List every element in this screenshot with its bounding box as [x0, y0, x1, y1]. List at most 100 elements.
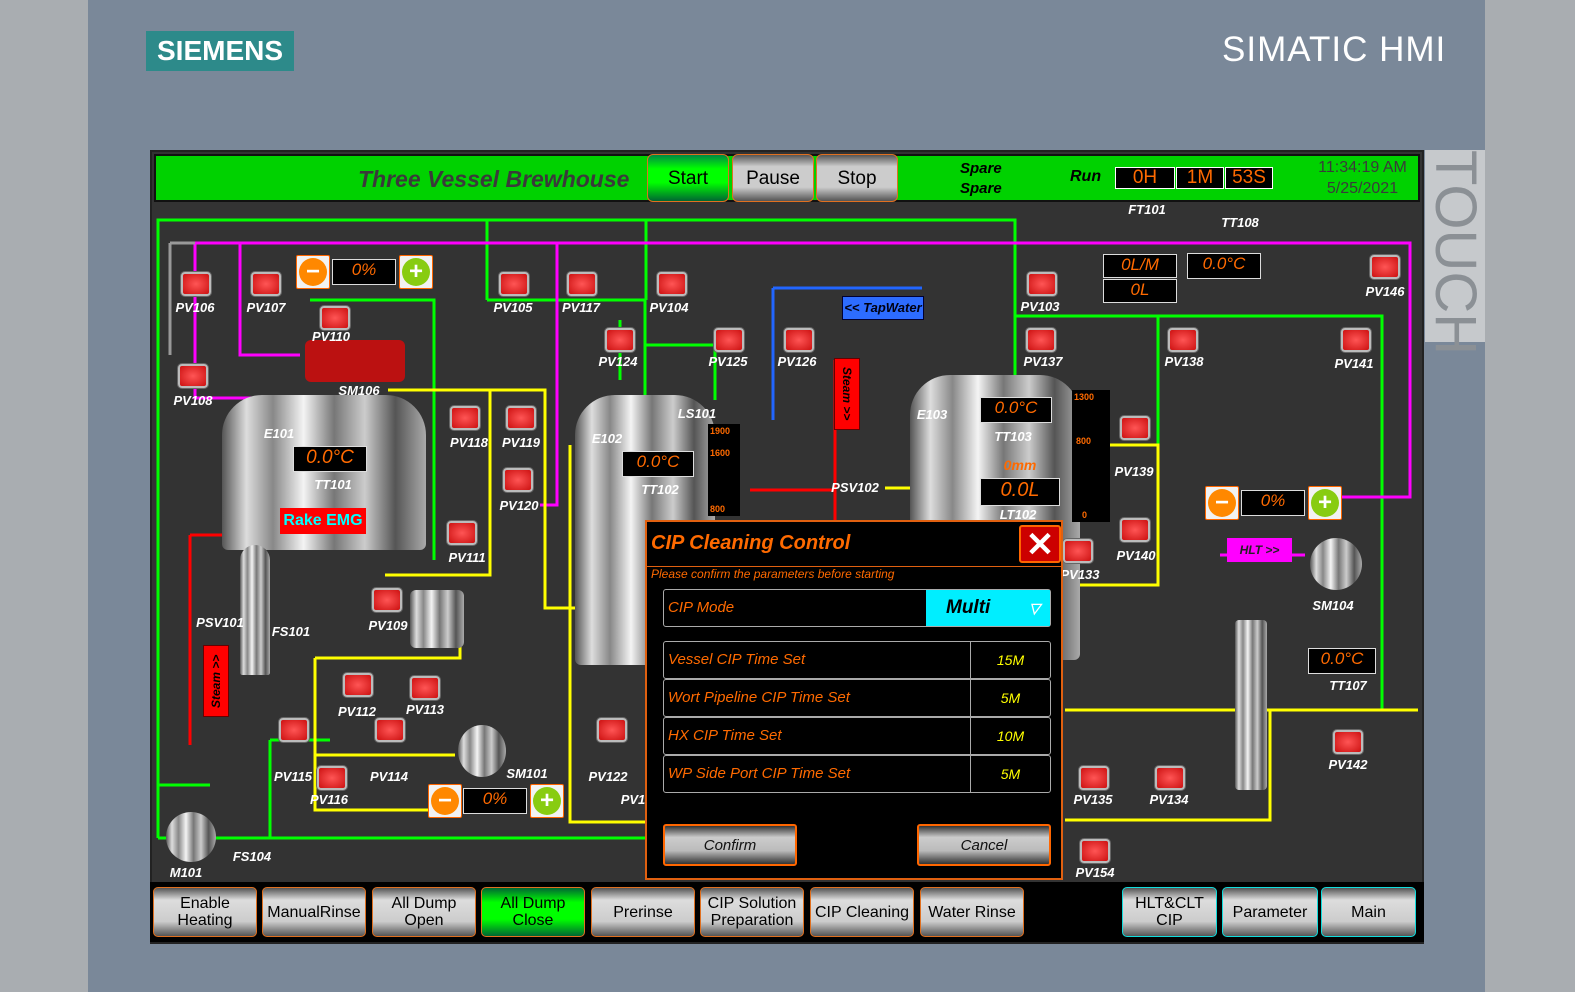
tank3-level-scale: 1300 800 0: [1072, 390, 1110, 522]
valve-pv111[interactable]: [447, 521, 477, 545]
plus-icon: +: [1311, 489, 1339, 517]
valve-pv103[interactable]: [1027, 272, 1057, 296]
row-value-input[interactable]: 5M: [970, 756, 1050, 792]
speed1-increase-button[interactable]: +: [399, 255, 433, 289]
tag-label-e102: E102: [591, 431, 623, 446]
valve-pv106[interactable]: [181, 272, 211, 296]
valve-pv138[interactable]: [1168, 328, 1198, 352]
row-label: Wort Pipeline CIP Time Set: [668, 689, 850, 706]
hlt-button[interactable]: HLT >>: [1227, 538, 1292, 562]
valve-pv116[interactable]: [317, 766, 347, 790]
speed1-decrease-button[interactable]: −: [296, 255, 330, 289]
footer-button-cip-cleaning[interactable]: CIP Cleaning: [810, 887, 914, 937]
footer-button-prerinse[interactable]: Prerinse: [591, 887, 695, 937]
tag-label-tt107: TT107: [1329, 678, 1367, 693]
pause-button[interactable]: Pause: [732, 154, 814, 202]
chevron-down-icon: ▽: [1029, 600, 1040, 616]
footer-button-cip-solution-preparation[interactable]: CIP Solution Preparation: [700, 887, 804, 937]
stop-button[interactable]: Stop: [816, 154, 898, 202]
ft101-flow: 0L/M: [1103, 254, 1177, 278]
steam-button-left[interactable]: Steam >>: [203, 645, 229, 717]
scale-tick: 1900: [710, 426, 731, 436]
valve-pv120[interactable]: [503, 468, 533, 492]
speed2-increase-button[interactable]: +: [1308, 486, 1342, 520]
cip-cleaning-dialog: CIP Cleaning Control ✕ Please confirm th…: [645, 520, 1063, 880]
cancel-button[interactable]: Cancel: [917, 824, 1051, 866]
valve-pv122[interactable]: [597, 718, 627, 742]
valve-label: PV140: [1116, 548, 1156, 563]
footer-button-enable-heating[interactable]: Enable Heating: [153, 887, 257, 937]
valve-label: PV137: [1023, 354, 1063, 369]
speed2-decrease-button[interactable]: −: [1205, 486, 1239, 520]
valve-label: PV114: [369, 769, 409, 784]
valve-pv146[interactable]: [1370, 255, 1400, 279]
minus-icon: −: [431, 787, 459, 815]
steam-button-right[interactable]: Steam >>: [834, 358, 860, 430]
footer-button-hlt-clt-cip[interactable]: HLT&CLT CIP: [1122, 887, 1217, 937]
spare-label-2: Spare: [960, 180, 1002, 197]
speed3-increase-button[interactable]: +: [530, 784, 564, 818]
valve-pv142[interactable]: [1333, 730, 1363, 754]
valve-pv125[interactable]: [714, 328, 744, 352]
footer-button-parameter[interactable]: Parameter: [1222, 887, 1318, 937]
valve-pv154[interactable]: [1080, 839, 1110, 863]
tt107-display: 0.0°C: [1308, 648, 1376, 674]
valve-label: PV113: [405, 702, 445, 717]
tag-label-ls101: LS101: [677, 406, 717, 421]
valve-pv135[interactable]: [1079, 766, 1109, 790]
footer-button-label: Prerinse: [613, 903, 673, 921]
clock-date: 5/25/2021: [1326, 180, 1399, 197]
valve-label: PV104: [649, 300, 689, 315]
valve-pv112[interactable]: [343, 673, 373, 697]
valve-label: PV120: [499, 498, 539, 513]
valve-label: PV125: [708, 354, 748, 369]
valve-pv105[interactable]: [499, 272, 529, 296]
row-value-input[interactable]: 10M: [970, 718, 1050, 754]
valve-pv108[interactable]: [178, 364, 208, 388]
valve-pv107[interactable]: [251, 272, 281, 296]
row-value-input[interactable]: 15M: [970, 642, 1050, 678]
footer-button-all-dump-close[interactable]: All Dump Close: [481, 887, 585, 937]
tag-label-fs104: FS104: [232, 849, 272, 864]
valve-pv133[interactable]: [1063, 539, 1093, 563]
valve-pv117[interactable]: [567, 272, 597, 296]
row-label: HX CIP Time Set: [668, 727, 782, 744]
valve-pv124[interactable]: [605, 328, 635, 352]
footer-button-water-rinse[interactable]: Water Rinse: [920, 887, 1024, 937]
valve-pv115[interactable]: [279, 718, 309, 742]
footer-button-all-dump-open[interactable]: All Dump Open: [372, 887, 476, 937]
valve-pv134[interactable]: [1155, 766, 1185, 790]
valve-pv139[interactable]: [1120, 416, 1150, 440]
valve-pv114[interactable]: [375, 718, 405, 742]
minus-icon: −: [299, 258, 327, 286]
valve-pv109[interactable]: [372, 588, 402, 612]
footer-button-manualrinse[interactable]: ManualRinse: [262, 887, 366, 937]
close-button[interactable]: ✕: [1019, 525, 1061, 563]
valve-pv140[interactable]: [1120, 518, 1150, 542]
valve-pv113[interactable]: [410, 676, 440, 700]
valve-pv104[interactable]: [657, 272, 687, 296]
start-button[interactable]: Start: [647, 154, 729, 202]
footer-button-main[interactable]: Main: [1321, 887, 1416, 937]
tapwater-button[interactable]: << TapWater: [842, 296, 924, 320]
cip-mode-select[interactable]: Multi ▽: [926, 590, 1050, 626]
scale-tick: 800: [710, 504, 726, 514]
minus-icon: −: [1208, 489, 1236, 517]
confirm-button[interactable]: Confirm: [663, 824, 797, 866]
valve-pv118[interactable]: [450, 406, 480, 430]
scale-tick: 800: [1076, 436, 1092, 446]
valve-pv119[interactable]: [506, 406, 536, 430]
footer-button-label: Parameter: [1232, 903, 1308, 921]
rake-emg-button[interactable]: Rake EMG: [280, 508, 366, 534]
valve-pv126[interactable]: [784, 328, 814, 352]
valve-pv141[interactable]: [1341, 328, 1371, 352]
tt101-display: 0.0°C: [293, 446, 367, 472]
valve-pv137[interactable]: [1026, 328, 1056, 352]
speed3-decrease-button[interactable]: −: [428, 784, 462, 818]
plus-icon: +: [402, 258, 430, 286]
valve-pv110[interactable]: [320, 306, 350, 330]
close-icon: ✕: [1025, 526, 1055, 564]
pump-sm104-icon: [1310, 538, 1362, 590]
row-value-input[interactable]: 5M: [970, 680, 1050, 716]
row-label: WP Side Port CIP Time Set: [668, 765, 851, 782]
